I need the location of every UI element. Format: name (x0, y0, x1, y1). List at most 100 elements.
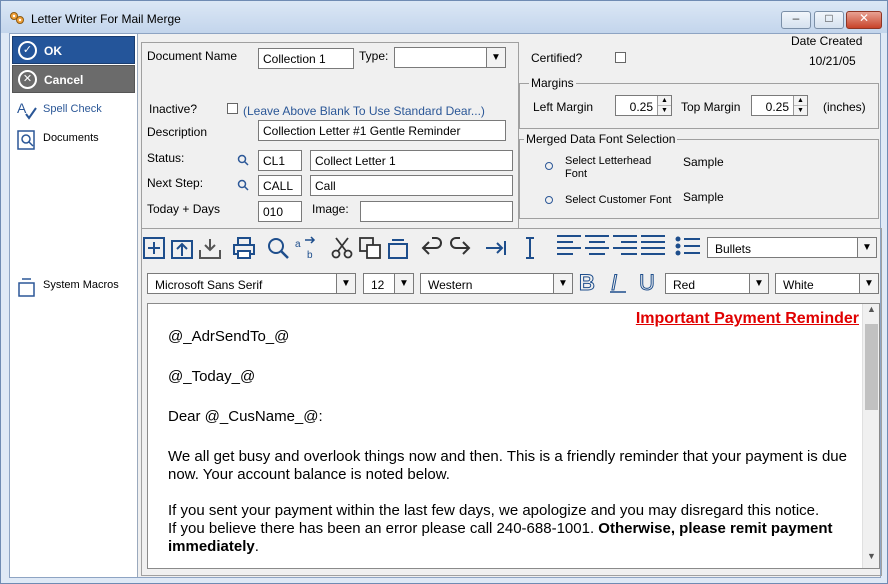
top-margin-spinner[interactable]: 0.25 ▲ ▼ (751, 95, 808, 116)
svg-text:b: b (307, 250, 313, 260)
spin-down-icon[interactable]: ▼ (794, 105, 807, 114)
bullets-value: Bullets (715, 242, 752, 256)
svg-text:a: a (295, 239, 301, 250)
spell-check-label: Spell Check (43, 103, 102, 115)
today-days-field[interactable]: 010 (258, 201, 302, 222)
left-margin-label: Left Margin (533, 100, 594, 114)
ok-button[interactable]: ✓ OK (12, 36, 135, 64)
inactive-hint: (Leave Above Blank To Use Standard Dear.… (243, 104, 485, 118)
new-document-icon[interactable] (142, 236, 166, 260)
spin-up-icon[interactable]: ▲ (658, 96, 671, 105)
title-bar[interactable]: Letter Writer For Mail Merge – □ ✕ (1, 1, 887, 33)
app-window: Letter Writer For Mail Merge – □ ✕ ✓ OK … (0, 0, 888, 584)
spell-check-icon: A (17, 100, 37, 120)
redo-icon[interactable] (448, 236, 472, 260)
spell-check-button[interactable]: A Spell Check (12, 100, 135, 120)
underline-icon[interactable]: U (636, 270, 660, 294)
script-select[interactable]: Western ▼ (420, 273, 573, 294)
maximize-button[interactable]: □ (814, 11, 844, 29)
save-icon[interactable] (198, 236, 222, 260)
certified-label: Certified? (531, 51, 583, 65)
bullets-select[interactable]: Bullets ▼ (707, 237, 877, 258)
svg-text:I: I (611, 270, 617, 294)
minimize-button[interactable]: – (781, 11, 811, 29)
inactive-checkbox[interactable] (227, 103, 238, 114)
cut-icon[interactable] (330, 236, 354, 260)
scroll-up-icon[interactable]: ▲ (863, 304, 879, 321)
customer-font-label[interactable]: Select Customer Font (565, 194, 671, 206)
description-field[interactable]: Collection Letter #1 Gentle Reminder (258, 120, 506, 141)
status-code-field[interactable]: CL1 (258, 150, 302, 171)
letterhead-font-radio[interactable] (545, 162, 553, 170)
bullets-icon[interactable] (674, 234, 702, 258)
chevron-down-icon: ▼ (749, 274, 768, 293)
print-icon[interactable] (232, 236, 256, 260)
scroll-down-icon[interactable]: ▼ (863, 551, 879, 568)
documents-label: Documents (43, 132, 99, 144)
cancel-button[interactable]: ✕ Cancel (12, 65, 135, 93)
align-left-icon[interactable] (555, 232, 583, 256)
left-margin-spinner[interactable]: 0.25 ▲ ▼ (615, 95, 672, 116)
type-select[interactable]: ▼ (394, 47, 506, 68)
margins-legend: Margins (529, 76, 576, 90)
copy-icon[interactable] (358, 236, 382, 260)
system-macros-button[interactable]: System Macros (12, 276, 135, 297)
script-value: Western (428, 278, 473, 292)
chevron-down-icon: ▼ (859, 274, 878, 293)
next-step-search-icon[interactable] (237, 179, 249, 191)
image-field[interactable] (360, 201, 513, 222)
scroll-thumb[interactable] (865, 324, 878, 410)
close-button[interactable]: ✕ (846, 11, 882, 29)
app-icon (10, 12, 24, 24)
tab-icon[interactable] (484, 236, 508, 260)
back-color-select[interactable]: White ▼ (775, 273, 879, 294)
find-icon[interactable] (266, 236, 290, 260)
letterhead-font-sample: Sample (683, 155, 724, 169)
editor-paragraph-2-end: . (254, 538, 259, 555)
spin-up-icon[interactable]: ▲ (794, 96, 807, 105)
status-search-icon[interactable] (237, 154, 249, 166)
justify-icon[interactable] (639, 232, 667, 256)
editor-paragraph-2: If you sent your payment within the last… (168, 502, 848, 556)
date-created-label: Date Created (791, 34, 863, 48)
system-macros-label: System Macros (43, 279, 119, 291)
editor-paragraph-1: We all get busy and overlook things now … (168, 448, 847, 483)
italic-icon[interactable]: I (606, 270, 630, 294)
text-cursor-icon[interactable] (518, 236, 542, 260)
align-center-icon[interactable] (583, 232, 611, 256)
type-label: Type: (359, 49, 389, 63)
sidebar: ✓ OK ✕ Cancel A Spell Check Documents Sy… (10, 34, 138, 577)
chevron-down-icon: ▼ (553, 274, 572, 293)
bold-icon[interactable]: B (576, 270, 600, 294)
document-name-field[interactable]: Collection 1 (258, 48, 354, 69)
date-created-value: 10/21/05 (809, 54, 856, 68)
align-right-icon[interactable] (611, 232, 639, 256)
letter-editor[interactable]: Important Payment Reminder @_AdrSendTo_@… (147, 303, 880, 569)
status-label: Status: (147, 151, 185, 165)
next-step-text-field[interactable]: Call (310, 175, 513, 196)
spin-down-icon[interactable]: ▼ (658, 105, 671, 114)
letterhead-font-label[interactable]: Select Letterhead Font (565, 155, 665, 181)
check-icon: ✓ (18, 41, 37, 60)
undo-icon[interactable] (420, 236, 444, 260)
today-days-label: Today + Days (147, 202, 221, 216)
status-text-field[interactable]: Collect Letter 1 (310, 150, 513, 171)
paste-icon[interactable] (386, 236, 410, 260)
fore-color-select[interactable]: Red ▼ (665, 273, 769, 294)
editor-scrollbar[interactable]: ▲ ▼ (862, 304, 879, 568)
cancel-label: Cancel (44, 73, 84, 87)
documents-button[interactable]: Documents (12, 129, 135, 150)
next-step-code-field[interactable]: CALL (258, 175, 302, 196)
top-margin-label: Top Margin (681, 100, 741, 114)
customer-font-radio[interactable] (545, 196, 553, 204)
chevron-down-icon: ▼ (336, 274, 355, 293)
font-size-select[interactable]: 12 ▼ (363, 273, 414, 294)
customer-font-sample: Sample (683, 190, 724, 204)
certified-checkbox[interactable] (615, 52, 626, 63)
replace-icon[interactable]: a b (294, 236, 318, 260)
font-name-select[interactable]: Microsoft Sans Serif ▼ (147, 273, 356, 294)
close-circle-icon: ✕ (18, 70, 37, 89)
open-file-icon[interactable] (170, 236, 194, 260)
svg-text:U: U (639, 270, 655, 294)
documents-icon (17, 130, 35, 150)
